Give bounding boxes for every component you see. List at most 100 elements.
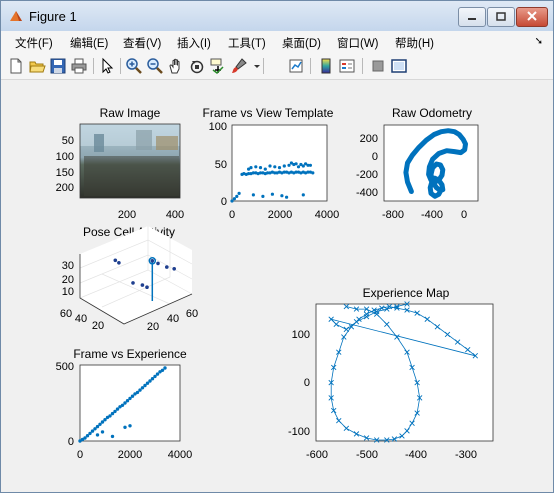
fvt-point xyxy=(232,197,236,201)
pose-cell-axes: 30 20 10 60 40 20 20 40 60 xyxy=(60,226,198,333)
fvt-point xyxy=(282,164,286,168)
pose-point xyxy=(140,283,145,287)
odo-xtick: -400 xyxy=(421,209,443,221)
odo-ytick: -200 xyxy=(356,169,378,181)
fve-point xyxy=(140,386,145,390)
fvt-xtick: 0 xyxy=(229,209,235,221)
pose-point xyxy=(131,281,135,285)
menu-window[interactable]: 窗口(W) xyxy=(337,35,379,51)
fve-point xyxy=(83,436,87,440)
odo-ytick: 200 xyxy=(360,133,378,145)
fve-point xyxy=(85,434,90,438)
exp-ytick: 0 xyxy=(304,377,310,389)
fvt-point xyxy=(254,165,258,169)
exp-xtick: -600 xyxy=(306,449,328,461)
pose-point xyxy=(145,285,149,289)
fvt-point xyxy=(230,199,234,203)
zoom-in-icon[interactable] xyxy=(125,57,143,75)
minimize-icon xyxy=(467,8,477,26)
pose-ztick: 10 xyxy=(62,286,74,298)
pose-ytick: 60 xyxy=(186,308,198,320)
new-figure-icon[interactable] xyxy=(7,57,25,75)
pan-icon[interactable] xyxy=(167,57,185,75)
fvt-point xyxy=(294,162,298,166)
odo-xtick: 0 xyxy=(461,209,467,221)
experience-map-title: Experience Map xyxy=(363,286,450,300)
pose-point xyxy=(117,261,121,265)
fve-point xyxy=(95,433,100,437)
pose-xtick: 60 xyxy=(60,308,72,320)
fvt-point xyxy=(280,194,284,198)
fve-xtick: 4000 xyxy=(168,449,192,461)
toolbar-separator xyxy=(93,58,94,74)
hide-plot-tools-icon[interactable] xyxy=(369,57,387,75)
menu-desktop[interactable]: 桌面(D) xyxy=(282,35,321,51)
menu-edit[interactable]: 编辑(E) xyxy=(70,35,108,51)
menu-tools[interactable]: 工具(T) xyxy=(228,35,266,51)
pose-point xyxy=(165,265,169,269)
legend-icon[interactable] xyxy=(338,57,356,75)
fve-point xyxy=(150,377,155,381)
fvt-xtick: 4000 xyxy=(315,209,339,221)
toolbar-separator xyxy=(362,58,363,74)
zoom-out-icon[interactable] xyxy=(146,57,164,75)
fve-point xyxy=(113,409,117,414)
fve-point xyxy=(123,425,127,429)
title-bar[interactable]: Figure 1 xyxy=(1,1,553,31)
menu-view[interactable]: 查看(V) xyxy=(123,35,161,51)
pose-point xyxy=(150,259,155,263)
menu-insert[interactable]: 插入(I) xyxy=(177,35,211,51)
pose-xtick: 20 xyxy=(92,320,104,332)
close-icon xyxy=(527,8,537,26)
colorbar-icon[interactable] xyxy=(317,57,335,75)
figure-toolbar xyxy=(1,53,553,80)
fvt-point xyxy=(311,171,315,175)
fve-point xyxy=(95,424,100,429)
maximize-button[interactable] xyxy=(487,7,515,27)
fve-point xyxy=(98,422,102,426)
fve-point xyxy=(110,434,115,439)
brush-icon[interactable] xyxy=(230,57,248,75)
frame-vs-template-axes: 100 50 0 0 2000 4000 xyxy=(209,121,340,221)
rotate-3d-icon[interactable] xyxy=(188,57,206,75)
dock-arrow-icon[interactable]: ➘ xyxy=(535,36,543,47)
frame-vs-template-title: Frame vs View Template xyxy=(203,106,334,120)
pointer-icon[interactable] xyxy=(98,57,116,75)
brush-dropdown-icon[interactable] xyxy=(248,57,260,75)
raw-image-xtick: 400 xyxy=(166,209,184,221)
raw-image-ytick: 50 xyxy=(62,135,74,147)
fve-ytick: 500 xyxy=(56,361,74,373)
close-button[interactable] xyxy=(516,7,548,27)
frame-vs-experience-axes: 500 0 0 2000 4000 xyxy=(56,361,193,461)
fve-point xyxy=(143,383,147,388)
save-icon[interactable] xyxy=(49,57,67,75)
minimize-button[interactable] xyxy=(458,7,486,27)
figure-canvas[interactable]: Raw Image 50 100 150 200 200 400 Frame v… xyxy=(6,80,549,487)
raw-odometry-title: Raw Odometry xyxy=(392,106,472,120)
data-cursor-icon[interactable] xyxy=(209,57,227,75)
toolbar-separator xyxy=(120,58,121,74)
menu-file[interactable]: 文件(F) xyxy=(15,35,53,51)
pose-point xyxy=(113,258,118,263)
fve-point xyxy=(100,430,105,434)
pose-xtick: 40 xyxy=(75,313,87,325)
menu-help[interactable]: 帮助(H) xyxy=(395,35,434,51)
fvt-point xyxy=(258,166,263,170)
show-plot-tools-icon[interactable] xyxy=(390,57,408,75)
fvt-point xyxy=(299,162,303,167)
fvt-point xyxy=(301,193,305,197)
fvt-point xyxy=(268,164,272,168)
fvt-point xyxy=(237,191,241,195)
open-icon[interactable] xyxy=(28,57,46,75)
exp-xtick: -500 xyxy=(356,449,378,461)
figure-window: Figure 1 文件(F) 编辑(E) 查看(V) 插入(I) 工具(T) 桌… xyxy=(0,0,554,493)
matlab-icon xyxy=(9,9,23,23)
raw-image-title: Raw Image xyxy=(100,106,161,120)
fvt-ytick: 0 xyxy=(221,196,227,208)
fve-point xyxy=(160,368,165,372)
raw-image-axes: 50 100 150 200 200 400 xyxy=(56,123,184,221)
odo-xtick: -800 xyxy=(382,209,404,221)
print-icon[interactable] xyxy=(70,57,88,75)
link-plot-icon[interactable] xyxy=(287,57,305,75)
raw-image-xtick: 200 xyxy=(118,209,136,221)
